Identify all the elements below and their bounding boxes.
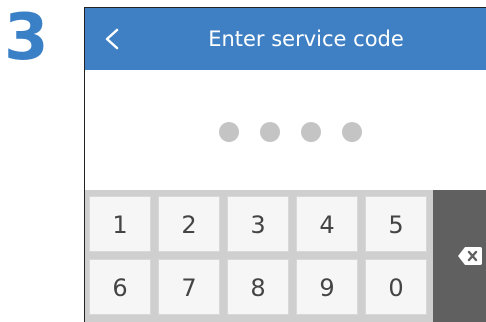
- key-1[interactable]: 1: [89, 196, 151, 252]
- pin-dot: [301, 122, 321, 142]
- key-4[interactable]: 4: [296, 196, 358, 252]
- back-button[interactable]: [99, 22, 127, 56]
- key-5[interactable]: 5: [365, 196, 427, 252]
- phone-screen: Enter service code 1 2 3 4 5 6 7 8 9 0: [84, 7, 486, 322]
- pin-dot: [260, 122, 280, 142]
- chevron-left-icon: [99, 22, 127, 56]
- key-2[interactable]: 2: [158, 196, 220, 252]
- key-0[interactable]: 0: [365, 259, 427, 315]
- key-3[interactable]: 3: [227, 196, 289, 252]
- key-9[interactable]: 9: [296, 259, 358, 315]
- step-number: 3: [4, 1, 49, 75]
- pin-dot: [219, 122, 239, 142]
- backspace-button[interactable]: [433, 190, 486, 322]
- header-title: Enter service code: [208, 27, 404, 51]
- key-6[interactable]: 6: [89, 259, 151, 315]
- header-bar: Enter service code: [85, 8, 486, 70]
- key-7[interactable]: 7: [158, 259, 220, 315]
- numeric-keypad: 1 2 3 4 5 6 7 8 9 0: [85, 190, 486, 322]
- pin-indicator: [219, 122, 379, 142]
- key-8[interactable]: 8: [227, 259, 289, 315]
- pin-dot: [342, 122, 362, 142]
